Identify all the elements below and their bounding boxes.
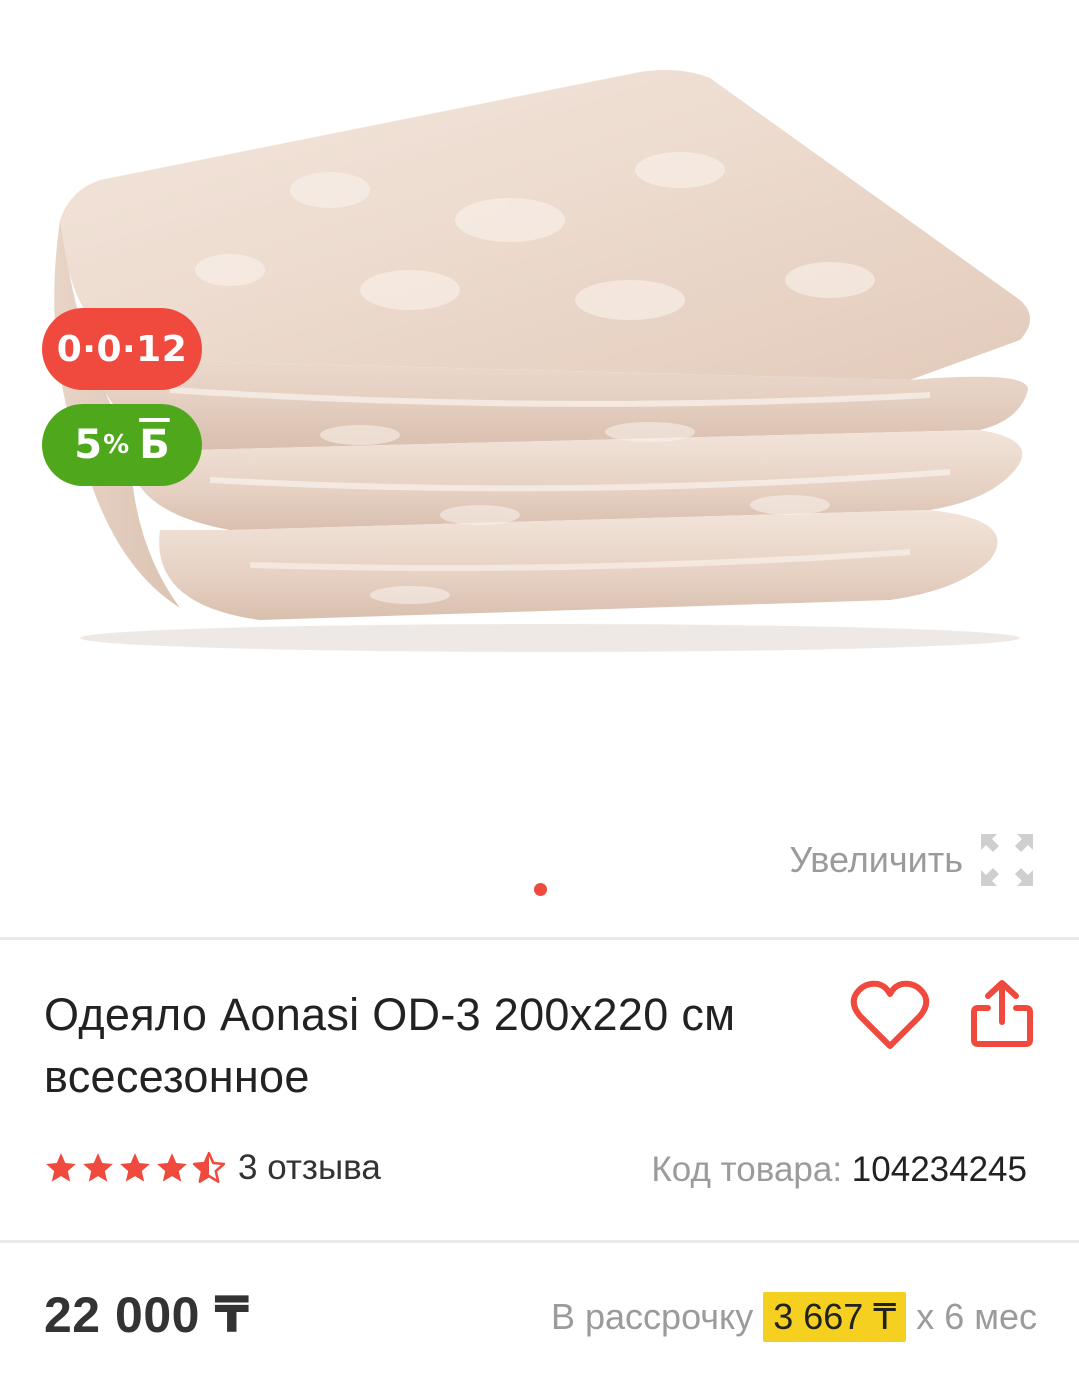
divider (0, 937, 1079, 940)
bonus-badge: 5% Б (42, 404, 202, 486)
price: 22 000 ₸ (44, 1287, 250, 1343)
bonus-badge-percent: % (103, 430, 130, 460)
rating: 3 отзыва (44, 1148, 381, 1188)
star-icon (120, 1153, 150, 1182)
bonus-badge-value: 5 (74, 422, 103, 468)
star-half-icon (192, 1151, 226, 1183)
installment-badge: 0·0·12 (42, 308, 202, 390)
divider (0, 1240, 1079, 1243)
installment-term: x 6 мес (916, 1296, 1037, 1337)
product-gallery[interactable]: 0·0·12 5% Б Увеличить (0, 0, 1079, 938)
bonus-badge-symbol: Б (139, 422, 170, 468)
installment-badge-label: 0·0·12 (56, 328, 188, 370)
product-title: Одеяло Aonasi OD-3 200x220 см всесезонно… (44, 989, 736, 1102)
product-code-value: 104234245 (851, 1150, 1027, 1189)
product-code: Код товара: 104234245 (651, 1150, 1027, 1190)
share-icon[interactable] (968, 978, 1036, 1050)
installment-info[interactable]: В рассрочку 3 667 ₸ x 6 мес (551, 1292, 1037, 1342)
reviews-link[interactable]: 3 отзыва (238, 1148, 381, 1188)
heart-icon[interactable] (850, 980, 930, 1052)
carousel-dot-active[interactable] (534, 883, 547, 896)
installment-amount: 3 667 ₸ (763, 1292, 907, 1342)
star-icon (157, 1153, 187, 1182)
zoom-button[interactable]: Увеличить (789, 830, 1037, 890)
expand-icon (981, 834, 1033, 886)
product-page: 0·0·12 5% Б Увеличить Одеяло Aonasi OD-3 … (0, 0, 1079, 1379)
star-icon (83, 1153, 113, 1182)
product-code-label: Код товара: (651, 1150, 843, 1189)
zoom-label: Увеличить (789, 839, 963, 880)
installment-label: В рассрочку (550, 1296, 754, 1337)
rating-stars (44, 1151, 226, 1185)
star-icon (46, 1153, 76, 1182)
